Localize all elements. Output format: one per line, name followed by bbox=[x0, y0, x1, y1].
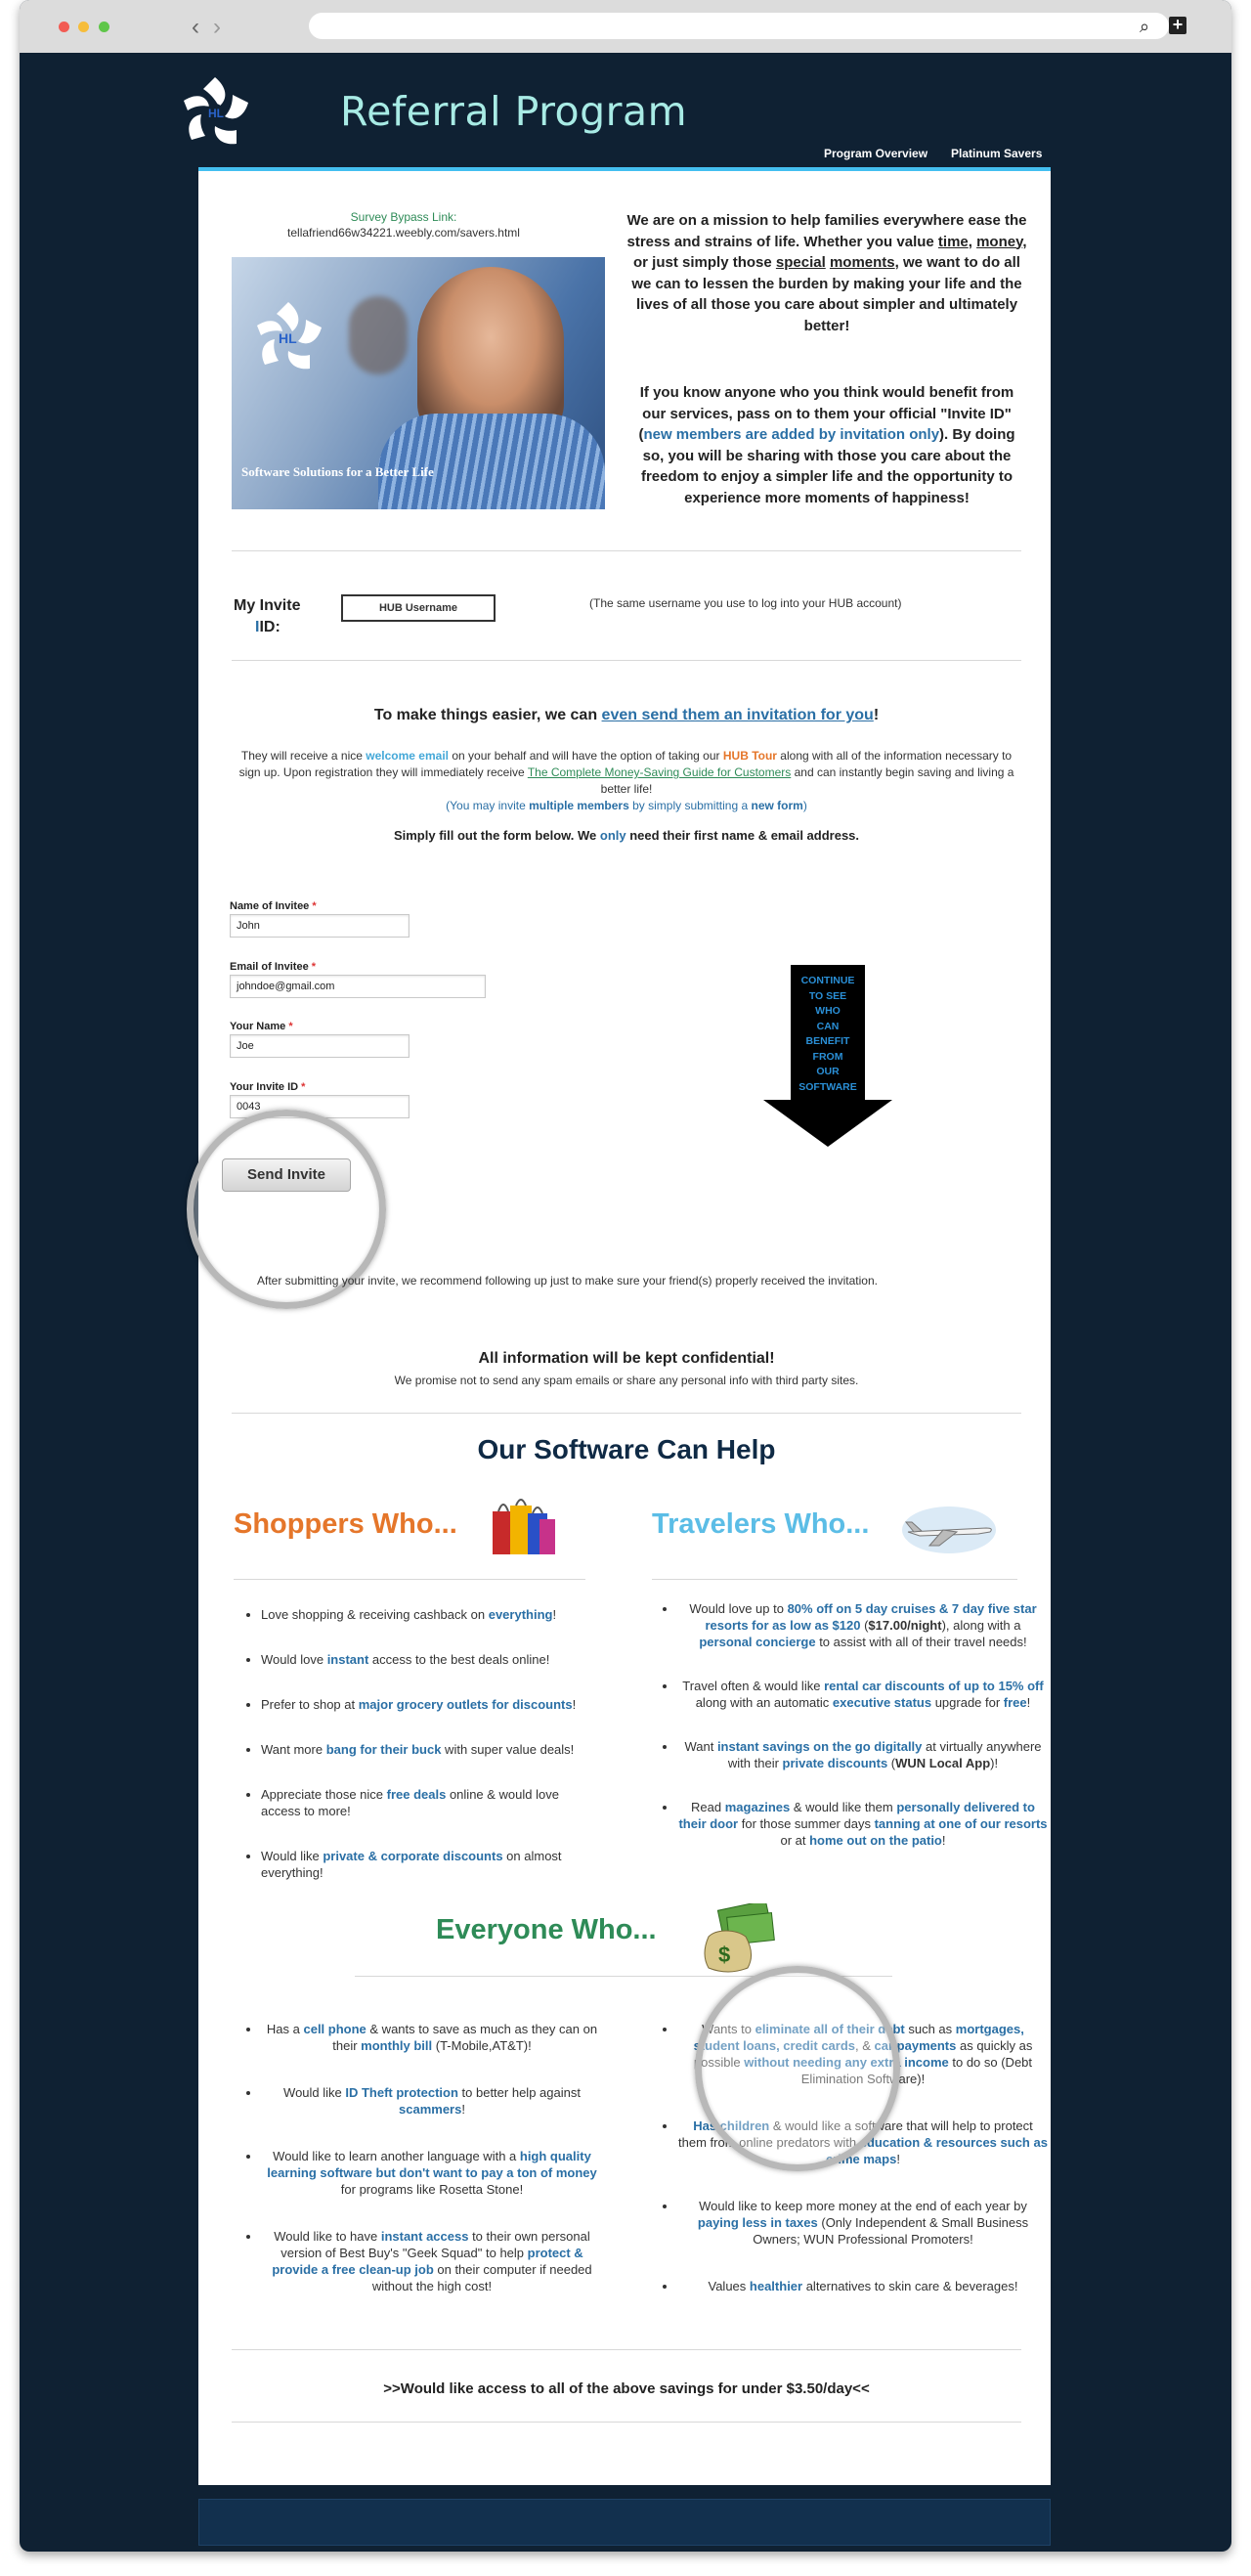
list-item: Has a cell phone & wants to save as much… bbox=[261, 2021, 603, 2054]
new-tab-icon[interactable]: + bbox=[1169, 16, 1186, 34]
software-heading: Our Software Can Help bbox=[477, 1434, 776, 1464]
list-item: Values healthier alternatives to skin ca… bbox=[677, 2278, 1049, 2294]
list-item: Prefer to shop at major grocery outlets … bbox=[261, 1696, 593, 1713]
list-item: Would love instant access to the best de… bbox=[261, 1651, 593, 1668]
your-name-label: Your Name * bbox=[230, 1021, 293, 1032]
mission-paragraph-2: If you know anyone who you think would b… bbox=[638, 384, 1015, 506]
hub-username-box: HUB Username bbox=[341, 594, 496, 622]
bottom-offer: >>Would like access to all of the above … bbox=[383, 2380, 870, 2397]
follow-up-note: After submitting your invite, we recomme… bbox=[257, 1274, 878, 1288]
list-item: Would like to have instant access to the… bbox=[261, 2228, 603, 2294]
hero-image: HL Software Solutions for a Better Life bbox=[232, 257, 605, 509]
airplane-icon bbox=[902, 1506, 996, 1553]
hero-logo-icon: HL bbox=[257, 302, 322, 370]
svg-text:$: $ bbox=[718, 1943, 730, 1967]
nav-program-overview[interactable]: Program Overview bbox=[824, 147, 927, 160]
everyone-left-list: Has a cell phone & wants to save as much… bbox=[241, 2021, 603, 2323]
maximize-window-button[interactable] bbox=[99, 22, 109, 32]
confidential-title: All information will be kept confidentia… bbox=[478, 1350, 775, 1367]
invitation-link[interactable]: even send them an invitation for you bbox=[602, 707, 874, 723]
list-item: Want more bang for their buck with super… bbox=[261, 1741, 593, 1758]
travelers-heading: Travelers Who... bbox=[652, 1508, 870, 1540]
invitee-email-input[interactable]: johndoe@gmail.com bbox=[230, 975, 486, 998]
list-item: Travel often & would like rental car dis… bbox=[677, 1678, 1049, 1711]
confidential-text: We promise not to send any spam emails o… bbox=[394, 1374, 859, 1387]
list-item: Want instant savings on the go digitally… bbox=[677, 1738, 1049, 1771]
shopping-bags-icon bbox=[493, 1499, 555, 1554]
fill-instructions: Simply fill out the form below. We only … bbox=[393, 828, 860, 843]
invitee-name-input[interactable]: John bbox=[230, 914, 410, 938]
list-item: Would love up to 80% off on 5 day cruise… bbox=[677, 1600, 1049, 1650]
list-item: Would like to keep more money at the end… bbox=[677, 2198, 1049, 2248]
magnifier-lens-2 bbox=[695, 1966, 900, 2171]
hero-shirt bbox=[378, 414, 605, 509]
browser-toolbar: ‹ › ⌕ + bbox=[20, 0, 1231, 53]
site-title: Referral Program bbox=[340, 88, 688, 135]
list-item: Would like to learn another language wit… bbox=[261, 2148, 603, 2198]
forward-arrow-icon[interactable]: › bbox=[213, 14, 221, 41]
browser-window: ‹ › ⌕ + HL Referral Program Program Over… bbox=[20, 0, 1231, 2552]
invitation-info: They will receive a nice welcome email o… bbox=[238, 749, 1014, 812]
list-item: Would like private & corporate discounts… bbox=[261, 1848, 593, 1881]
mission-paragraph-1: We are on a mission to help families eve… bbox=[626, 212, 1027, 334]
list-item: Read magazines & would like them persona… bbox=[677, 1799, 1049, 1849]
continue-arrow-text: CONTINUE TO SEE WHO CAN BENEFIT FROM OUR SOFTWA… bbox=[798, 975, 857, 1093]
back-arrow-icon[interactable]: ‹ bbox=[192, 14, 199, 41]
address-bar[interactable] bbox=[309, 13, 1169, 39]
invitee-name-label: Name of Invitee * bbox=[230, 900, 317, 912]
minimize-window-button[interactable] bbox=[78, 22, 89, 32]
list-item: Appreciate those nice free deals online … bbox=[261, 1786, 593, 1819]
shoppers-list: Love shopping & receiving cashback on ev… bbox=[241, 1606, 593, 1909]
survey-label: Survey Bypass Link: bbox=[350, 210, 457, 224]
svg-text:HL: HL bbox=[279, 330, 297, 346]
nav-platinum-savers[interactable]: Platinum Savers bbox=[951, 147, 1042, 160]
list-item: Would like ID Theft protection to better… bbox=[261, 2084, 603, 2118]
invitee-email-label: Email of Invitee * bbox=[230, 961, 317, 973]
invite-id-note: (The same username you use to log into y… bbox=[589, 596, 902, 610]
search-icon[interactable]: ⌕ bbox=[1140, 17, 1149, 37]
hero-caption: Software Solutions for a Better Life bbox=[241, 464, 434, 479]
shoppers-heading: Shoppers Who... bbox=[234, 1508, 457, 1540]
money-saving-guide-link[interactable]: The Complete Money-Saving Guide for Cust… bbox=[528, 765, 791, 779]
survey-link[interactable]: tellafriend66w34221.weebly.com/savers.ht… bbox=[237, 226, 570, 240]
send-invite-button[interactable]: Send Invite bbox=[222, 1158, 351, 1192]
footer-bar bbox=[198, 2499, 1051, 2546]
site-logo[interactable]: HL bbox=[176, 73, 254, 152]
everyone-heading: Everyone Who... bbox=[436, 1914, 657, 1945]
travelers-list: Would love up to 80% off on 5 day cruise… bbox=[658, 1600, 1049, 1877]
money-bag-icon: $ bbox=[704, 1903, 775, 1973]
invitation-heading: To make things easier, we can even send … bbox=[373, 707, 880, 723]
close-window-button[interactable] bbox=[59, 22, 69, 32]
list-item: Love shopping & receiving cashback on ev… bbox=[261, 1606, 593, 1623]
your-invite-id-label: Your Invite ID * bbox=[230, 1081, 306, 1093]
your-name-input[interactable]: Joe bbox=[230, 1034, 410, 1058]
logo-initials: HL bbox=[208, 107, 224, 120]
main-content: Survey Bypass Link: tellafriend66w34221.… bbox=[187, 171, 1051, 2485]
my-invite-id-label: My Invite IID: bbox=[234, 597, 301, 635]
